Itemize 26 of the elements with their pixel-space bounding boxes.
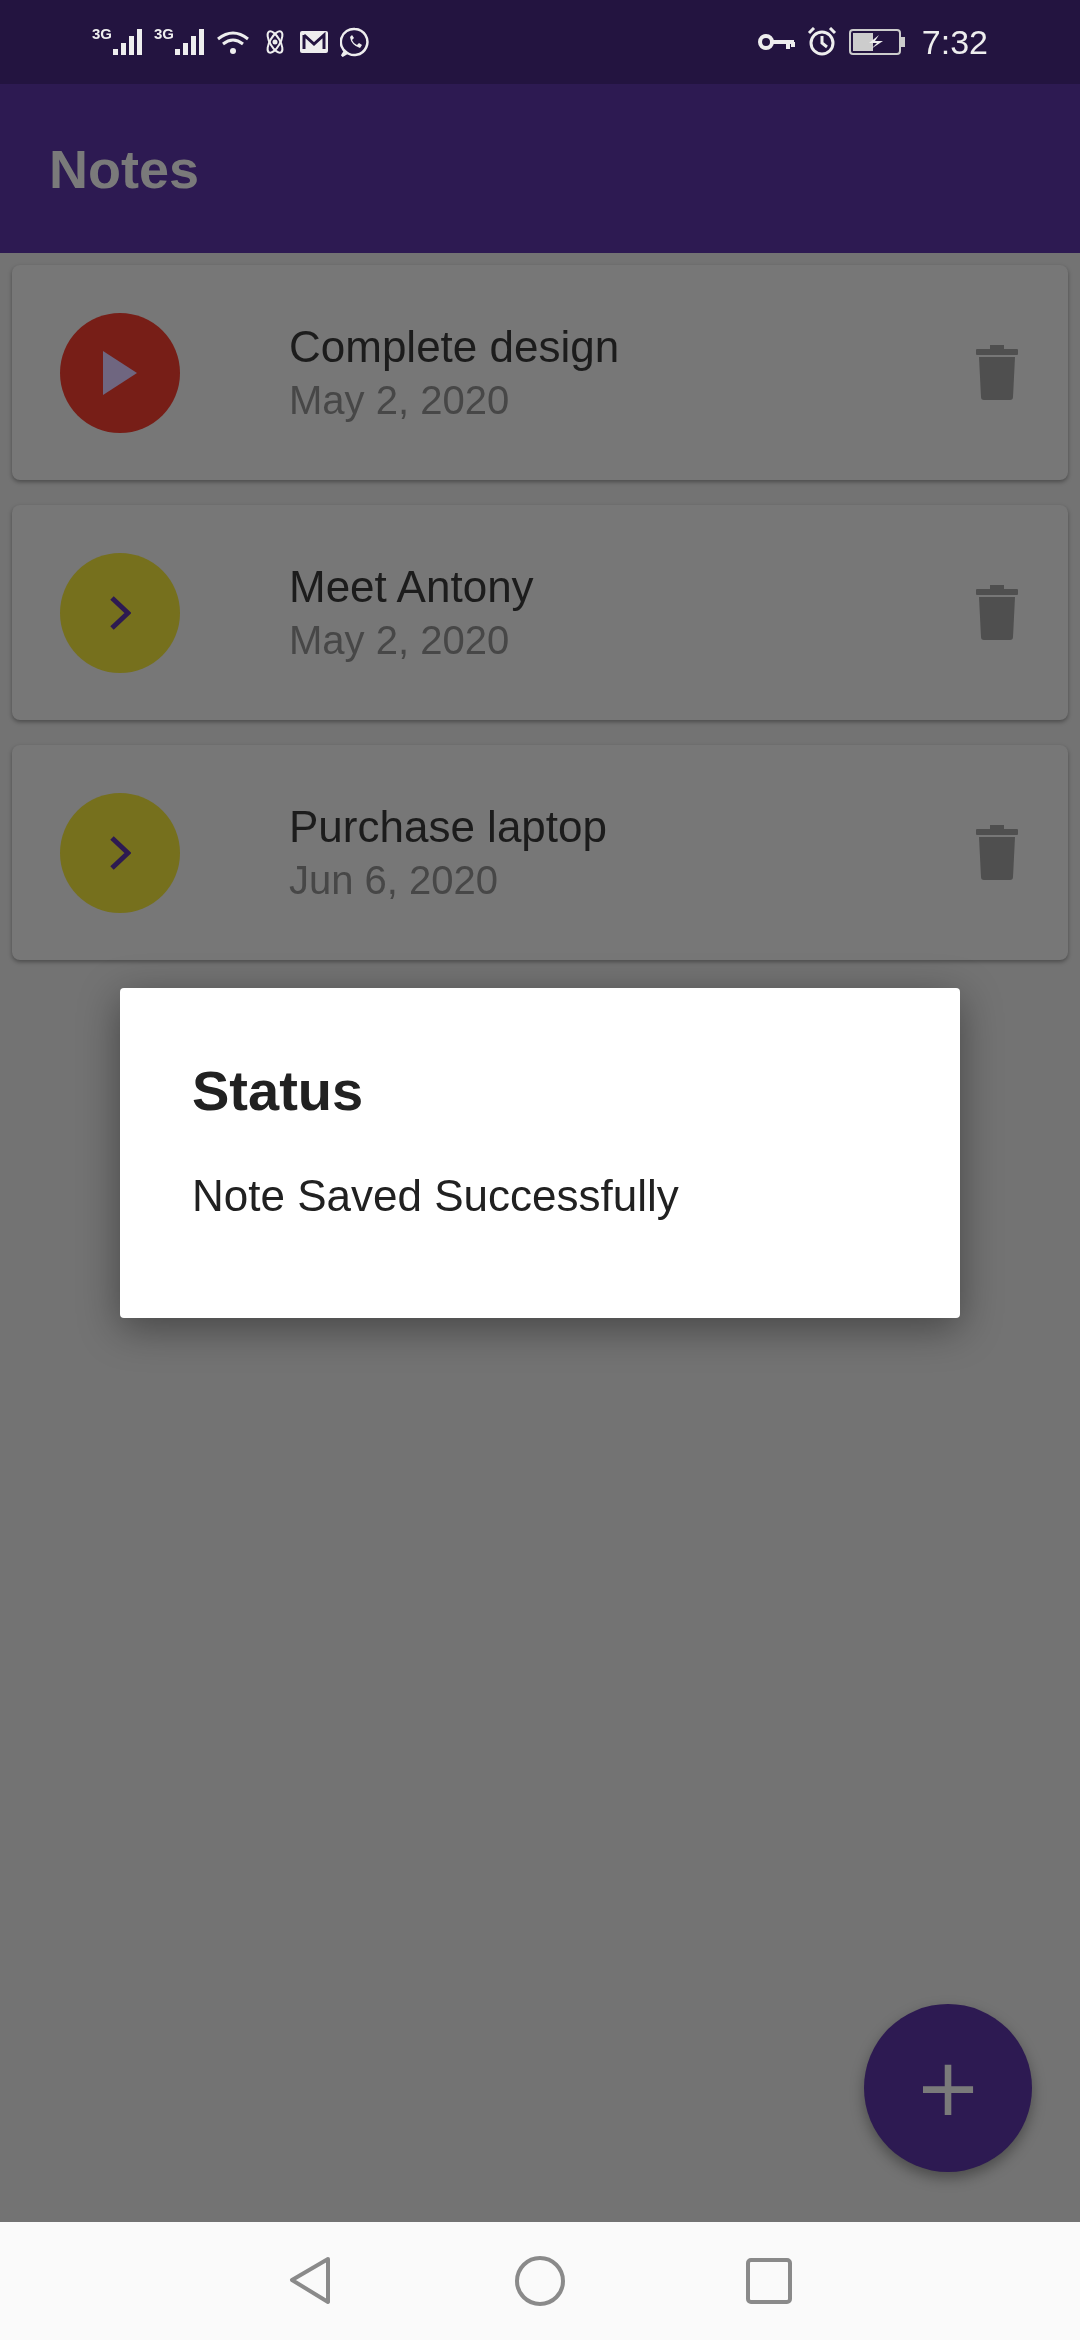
note-title: Purchase laptop [289, 802, 608, 852]
network-type-label: 3G [154, 25, 175, 42]
network-type-label: 3G [92, 25, 112, 42]
trash-icon[interactable] [976, 825, 1018, 880]
dialog-title: Status [192, 1058, 364, 1123]
chevron-right-icon [109, 834, 131, 871]
chevron-right-icon [109, 594, 131, 631]
key-icon [757, 32, 795, 52]
note-title: Meet Antony [289, 562, 535, 612]
signal-icon [113, 29, 142, 55]
app-title: Notes [49, 137, 200, 200]
home-icon[interactable] [514, 2255, 566, 2307]
battery-charging-icon [848, 29, 906, 55]
wifi-icon [216, 29, 251, 55]
clock-time: 7:32 [921, 22, 988, 62]
phone-chat-icon [340, 27, 371, 57]
mail-icon [300, 29, 329, 55]
play-icon [103, 350, 137, 395]
trash-icon[interactable] [976, 345, 1018, 400]
trash-icon[interactable] [976, 585, 1018, 640]
add-button[interactable]: + [864, 2004, 1032, 2172]
signal-icon [175, 29, 205, 55]
alarm-icon [806, 27, 837, 57]
recents-icon[interactable] [746, 2258, 792, 2304]
dialog-message: Note Saved Successfully [192, 1171, 680, 1221]
note-title: Complete design [289, 322, 621, 372]
